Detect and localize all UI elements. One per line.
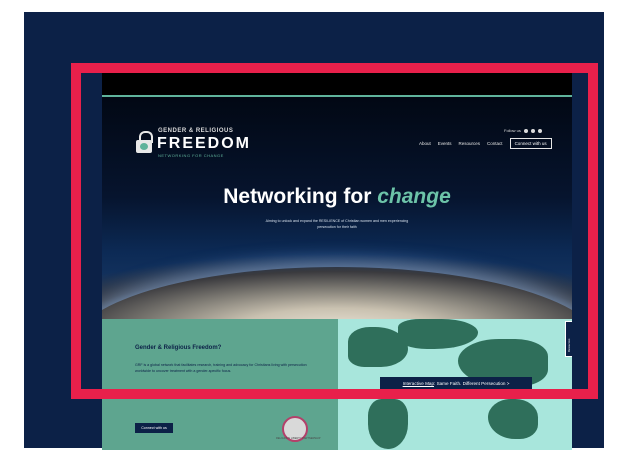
map-landmass [368, 399, 408, 449]
rlp-badge-label: RELIGIOUS LIBERTY PARTNERSHIP [276, 437, 321, 440]
intro-connect-button[interactable]: Connect with us [135, 423, 173, 433]
map-landmass [488, 399, 538, 439]
highlight-frame [71, 63, 598, 399]
